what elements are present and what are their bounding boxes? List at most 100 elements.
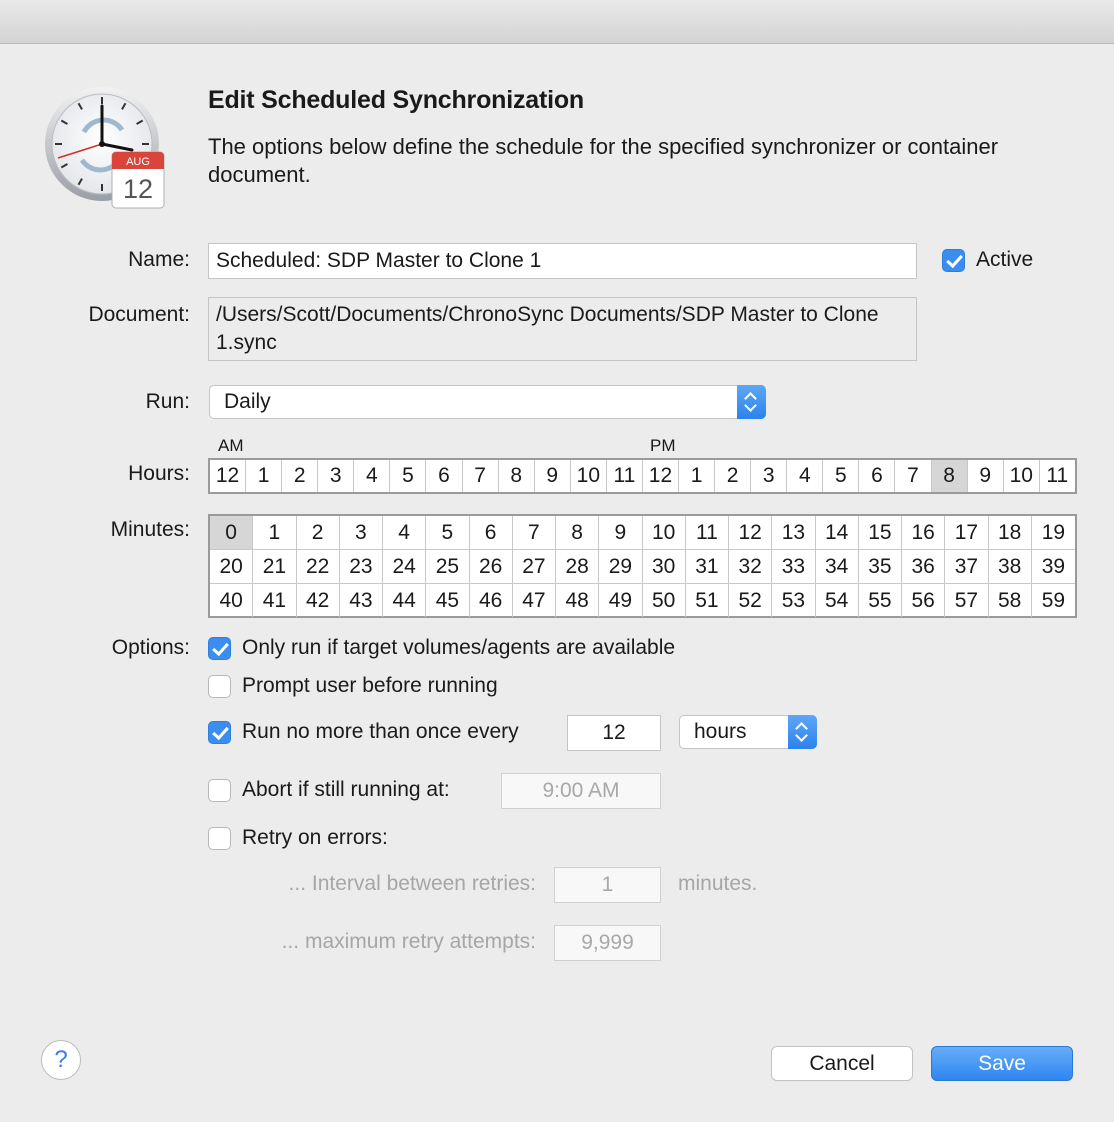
- minute-cell[interactable]: 23: [339, 550, 383, 584]
- minute-cell[interactable]: 17: [945, 516, 989, 550]
- run-interval-unit-popup[interactable]: hours: [679, 715, 817, 749]
- minute-cell[interactable]: 40: [210, 584, 254, 617]
- minute-cell[interactable]: 37: [945, 550, 989, 584]
- minute-cell[interactable]: 22: [296, 550, 340, 584]
- minute-cell[interactable]: 41: [253, 584, 297, 617]
- minute-cell[interactable]: 47: [513, 584, 556, 617]
- hour-cell[interactable]: 6: [426, 460, 463, 492]
- help-button[interactable]: ?: [41, 1040, 81, 1080]
- minute-cell[interactable]: 50: [643, 584, 686, 617]
- minute-cell[interactable]: 34: [815, 550, 859, 584]
- cancel-button[interactable]: Cancel: [771, 1046, 913, 1081]
- minute-cell[interactable]: 30: [642, 550, 686, 584]
- minute-cell[interactable]: 31: [685, 550, 729, 584]
- minute-cell[interactable]: 59: [1032, 584, 1075, 617]
- hour-cell[interactable]: 7: [895, 460, 932, 492]
- minute-cell[interactable]: 2: [296, 516, 340, 550]
- minute-cell[interactable]: 58: [989, 584, 1032, 617]
- minute-cell[interactable]: 18: [988, 516, 1032, 550]
- minute-cell[interactable]: 42: [297, 584, 340, 617]
- hour-cell[interactable]: 12: [643, 460, 680, 492]
- minute-cell[interactable]: 0: [210, 516, 254, 550]
- name-field[interactable]: Scheduled: SDP Master to Clone 1: [208, 243, 917, 279]
- minute-cell[interactable]: 6: [469, 516, 513, 550]
- hour-cell[interactable]: 2: [715, 460, 752, 492]
- minute-cell[interactable]: 33: [772, 550, 816, 584]
- minute-cell[interactable]: 35: [858, 550, 902, 584]
- minute-cell[interactable]: 21: [253, 550, 297, 584]
- prompt-user-checkbox[interactable]: [208, 675, 231, 698]
- minute-cell[interactable]: 16: [902, 516, 946, 550]
- minute-cell[interactable]: 28: [556, 550, 600, 584]
- minute-cell[interactable]: 1: [253, 516, 297, 550]
- active-checkbox[interactable]: [942, 249, 965, 272]
- minute-cell[interactable]: 15: [858, 516, 902, 550]
- minute-cell[interactable]: 44: [383, 584, 427, 617]
- minute-cell[interactable]: 9: [599, 516, 643, 550]
- minute-cell[interactable]: 5: [426, 516, 470, 550]
- abort-time-field[interactable]: 9:00 AM: [501, 773, 661, 809]
- hour-cell[interactable]: 8: [499, 460, 535, 492]
- run-interval-field[interactable]: 12: [567, 715, 661, 751]
- minute-cell[interactable]: 3: [339, 516, 383, 550]
- run-no-more-checkbox[interactable]: [208, 721, 231, 744]
- minute-cell[interactable]: 27: [512, 550, 556, 584]
- hour-cell[interactable]: 7: [463, 460, 499, 492]
- minute-cell[interactable]: 36: [902, 550, 946, 584]
- hour-cell[interactable]: 1: [679, 460, 716, 492]
- minute-cell[interactable]: 26: [469, 550, 513, 584]
- minute-cell[interactable]: 52: [729, 584, 773, 617]
- hour-cell[interactable]: 5: [823, 460, 860, 492]
- minute-cell[interactable]: 10: [642, 516, 686, 550]
- save-button[interactable]: Save: [931, 1046, 1073, 1081]
- hour-cell[interactable]: 3: [318, 460, 355, 492]
- minute-cell[interactable]: 48: [556, 584, 600, 617]
- hour-cell[interactable]: 6: [859, 460, 896, 492]
- hour-cell[interactable]: 10: [1004, 460, 1040, 492]
- hour-cell[interactable]: 2: [282, 460, 319, 492]
- minute-cell[interactable]: 43: [340, 584, 383, 617]
- minute-cell[interactable]: 8: [556, 516, 600, 550]
- retry-interval-field[interactable]: 1: [554, 867, 661, 903]
- hour-cell[interactable]: 3: [751, 460, 788, 492]
- retry-checkbox[interactable]: [208, 827, 231, 850]
- abort-checkbox[interactable]: [208, 779, 231, 802]
- hour-cell[interactable]: 5: [390, 460, 427, 492]
- minute-cell[interactable]: 45: [426, 584, 470, 617]
- minute-cell[interactable]: 49: [599, 584, 643, 617]
- minute-cell[interactable]: 53: [772, 584, 816, 617]
- minute-cell[interactable]: 12: [729, 516, 773, 550]
- hour-cell[interactable]: 8: [931, 460, 968, 492]
- hour-cell[interactable]: 10: [571, 460, 607, 492]
- hour-cell[interactable]: 4: [354, 460, 391, 492]
- max-retry-field[interactable]: 9,999: [554, 925, 661, 961]
- minute-cell[interactable]: 11: [685, 516, 729, 550]
- minute-cell[interactable]: 24: [383, 550, 427, 584]
- minute-cell[interactable]: 20: [210, 550, 254, 584]
- minute-cell[interactable]: 46: [470, 584, 513, 617]
- minute-cell[interactable]: 7: [512, 516, 556, 550]
- only-run-checkbox[interactable]: [208, 637, 231, 660]
- hour-cell[interactable]: 9: [968, 460, 1004, 492]
- minute-cell[interactable]: 25: [426, 550, 470, 584]
- minute-cell[interactable]: 38: [988, 550, 1032, 584]
- minute-cell[interactable]: 54: [816, 584, 859, 617]
- hour-cell[interactable]: 1: [246, 460, 283, 492]
- hour-cell[interactable]: 12: [210, 460, 247, 492]
- hour-cell[interactable]: 9: [535, 460, 571, 492]
- run-frequency-popup[interactable]: Daily: [209, 385, 766, 419]
- minute-cell[interactable]: 29: [599, 550, 643, 584]
- hour-cell[interactable]: 11: [1040, 460, 1075, 492]
- minute-cell[interactable]: 14: [815, 516, 859, 550]
- hour-cell[interactable]: 11: [607, 460, 643, 492]
- minute-cell[interactable]: 55: [859, 584, 902, 617]
- minute-cell[interactable]: 57: [945, 584, 989, 617]
- minute-cell[interactable]: 39: [1031, 550, 1075, 584]
- minute-cell[interactable]: 19: [1031, 516, 1075, 550]
- minute-cell[interactable]: 4: [383, 516, 427, 550]
- minute-cell[interactable]: 32: [729, 550, 773, 584]
- minute-cell[interactable]: 13: [772, 516, 816, 550]
- minute-cell[interactable]: 56: [902, 584, 946, 617]
- minute-cell[interactable]: 51: [686, 584, 729, 617]
- hour-cell[interactable]: 4: [787, 460, 824, 492]
